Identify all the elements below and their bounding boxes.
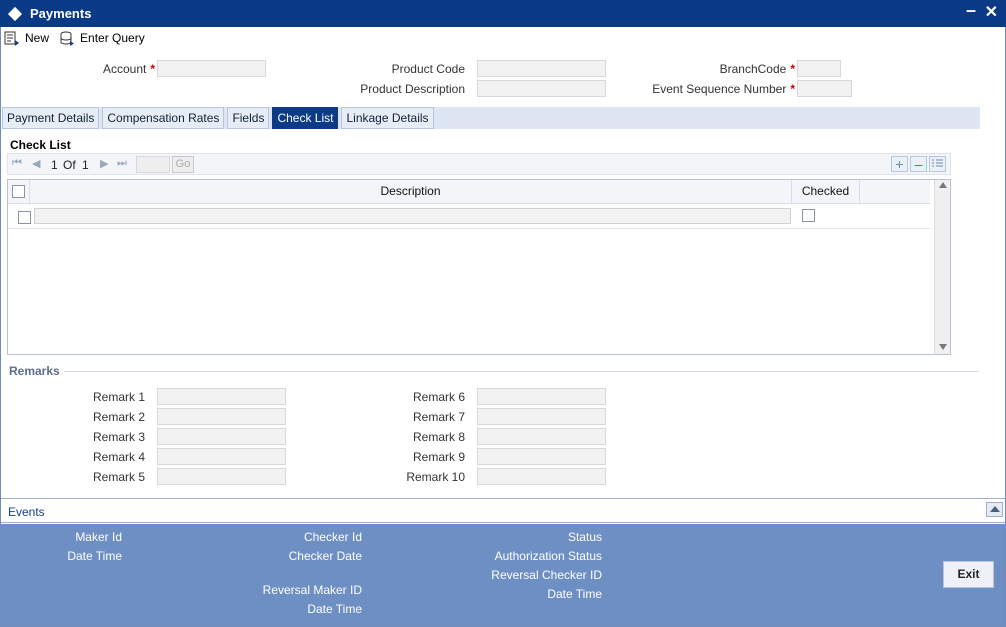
product-description-label: Product Description [360, 82, 465, 96]
table-row [8, 205, 930, 229]
grid-header: Description Checked [8, 180, 930, 204]
page-number-input[interactable] [136, 156, 170, 173]
enter-query-button[interactable]: Enter Query [59, 31, 145, 46]
window-titlebar: Payments – ✕ [0, 0, 1006, 27]
remarks-divider [64, 371, 979, 372]
new-button[interactable]: New [4, 31, 49, 46]
event-sequence-label: Event Sequence Number * [652, 82, 795, 96]
scroll-down-icon[interactable] [939, 344, 947, 350]
account-label: Account * [102, 62, 155, 76]
enter-query-button-label: Enter Query [80, 31, 145, 45]
prev-page-icon[interactable]: ◀ [32, 157, 40, 170]
remark-3-input[interactable] [157, 428, 286, 445]
remark-3-label: Remark 3 [92, 430, 145, 444]
add-row-icon[interactable]: + [891, 156, 908, 172]
page-of: Of [63, 158, 76, 172]
enter-query-icon [60, 31, 75, 46]
remark-10-label: Remark 10 [406, 470, 465, 484]
delete-row-icon[interactable]: – [910, 156, 927, 172]
first-page-icon[interactable]: ⏮ [12, 157, 22, 170]
product-description-input[interactable] [477, 80, 606, 97]
new-document-icon [4, 31, 19, 46]
remark-6-input[interactable] [477, 388, 606, 405]
close-icon[interactable]: ✕ [985, 2, 998, 22]
select-all-cell [8, 180, 30, 204]
diamond-icon [7, 6, 23, 21]
tab-fields[interactable]: Fields [227, 107, 270, 129]
page-total: 1 [82, 158, 89, 172]
branch-code-label: BranchCode * [719, 62, 795, 76]
branch-code-input[interactable] [797, 60, 841, 77]
remark-5-label: Remark 5 [92, 470, 145, 484]
row-checked-checkbox[interactable] [802, 209, 815, 222]
remark-10-input[interactable] [477, 468, 606, 485]
remark-4-input[interactable] [157, 448, 286, 465]
tab-compensation-rates[interactable]: Compensation Rates [102, 107, 225, 129]
account-input[interactable] [157, 60, 266, 77]
remark-2-label: Remark 2 [92, 410, 145, 424]
product-code-label: Product Code [391, 62, 465, 76]
window-title: Payments [30, 6, 92, 21]
row-select-checkbox[interactable] [18, 211, 31, 224]
remark-7-input[interactable] [477, 408, 606, 425]
checklist-title: Check List [10, 138, 71, 152]
select-all-checkbox[interactable] [12, 185, 25, 198]
audit-footer: Maker Id Date Time Checker Id Checker Da… [1, 524, 1005, 626]
remark-2-input[interactable] [157, 408, 286, 425]
new-button-label: New [25, 31, 50, 45]
page-current: 1 [51, 158, 58, 172]
exit-button[interactable]: Exit [943, 561, 994, 588]
scroll-up-icon[interactable] [939, 182, 947, 188]
checklist-pagination: ⏮ ◀ 1 Of 1 ▶ ⏭ Go + – [7, 153, 951, 175]
checklist-grid: Description Checked [7, 179, 951, 355]
reversal-checker-id-label: Reversal Checker ID [491, 568, 602, 582]
remark-5-input[interactable] [157, 468, 286, 485]
remark-9-label: Remark 9 [412, 450, 465, 464]
single-view-icon[interactable] [929, 156, 946, 172]
grid-scrollbar[interactable] [934, 180, 950, 354]
next-page-icon[interactable]: ▶ [100, 157, 108, 170]
maker-date-time-label: Date Time [67, 549, 122, 563]
reversal-checker-date-time-label: Date Time [547, 587, 602, 601]
checker-id-label: Checker Id [303, 530, 362, 544]
toolbar: New Enter Query [0, 27, 151, 49]
remark-4-label: Remark 4 [92, 450, 145, 464]
description-input[interactable] [34, 208, 791, 224]
minimize-icon[interactable]: – [966, 0, 976, 21]
remark-1-input[interactable] [157, 388, 286, 405]
collapse-up-icon[interactable] [986, 502, 1003, 517]
reversal-maker-date-time-label: Date Time [307, 602, 362, 616]
remark-1-label: Remark 1 [92, 390, 145, 404]
remark-9-input[interactable] [477, 448, 606, 465]
remark-6-label: Remark 6 [412, 390, 465, 404]
checker-date-label: Checker Date [288, 549, 362, 563]
description-header: Description [30, 180, 792, 204]
reversal-maker-id-label: Reversal Maker ID [262, 583, 362, 597]
status-label: Status [567, 530, 602, 544]
events-bar: Events [1, 498, 1005, 523]
remarks-title: Remarks [9, 364, 60, 378]
tab-linkage-details[interactable]: Linkage Details [341, 107, 434, 129]
authorization-status-label: Authorization Status [494, 549, 602, 563]
tab-check-list[interactable]: Check List [272, 107, 339, 129]
product-code-input[interactable] [477, 60, 606, 77]
remark-8-label: Remark 8 [412, 430, 465, 444]
go-button[interactable]: Go [172, 156, 194, 173]
last-page-icon[interactable]: ⏭ [117, 157, 127, 170]
remark-8-input[interactable] [477, 428, 606, 445]
events-link[interactable]: Events [8, 505, 45, 519]
maker-id-label: Maker Id [75, 530, 122, 544]
remark-7-label: Remark 7 [412, 410, 465, 424]
checked-header: Checked [792, 180, 860, 204]
tab-strip: Payment Details Compensation Rates Field… [2, 107, 980, 129]
tab-payment-details[interactable]: Payment Details [2, 107, 100, 129]
event-sequence-input[interactable] [797, 80, 852, 97]
